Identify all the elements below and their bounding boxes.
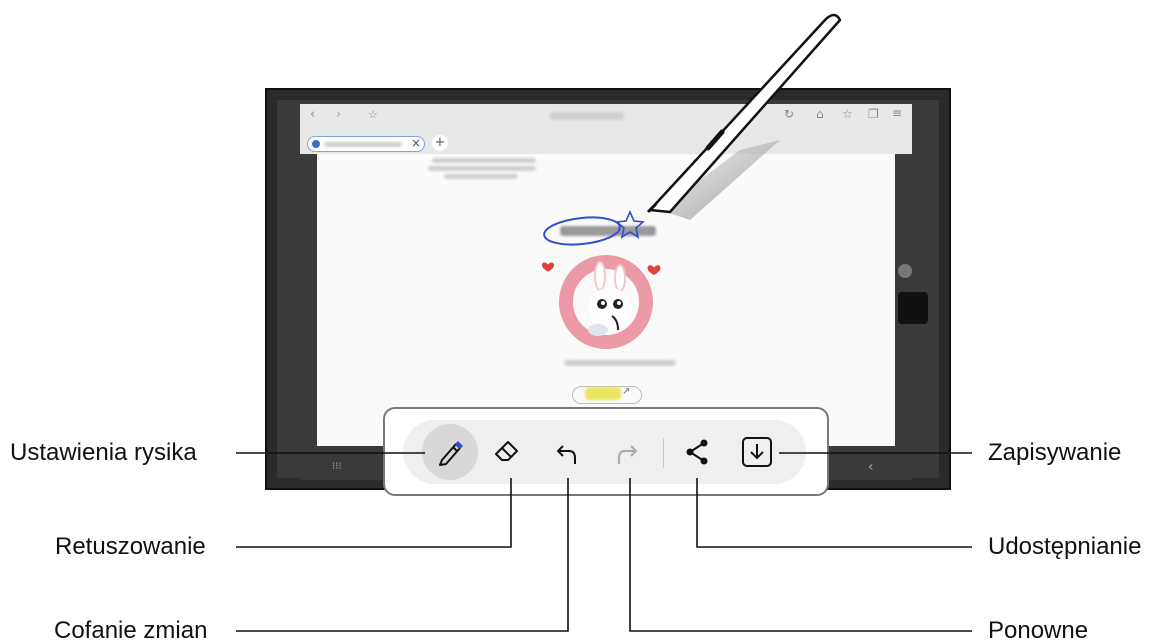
eraser-label: Retuszowanie [55,533,206,560]
share-label: Udostępnianie [988,533,1142,560]
pen-settings-label: Ustawienia rysika [10,439,197,466]
redo-label: Ponowne [988,617,1089,644]
undo-label: Cofanie zmian [54,617,208,644]
save-label: Zapisywanie [988,439,1122,466]
